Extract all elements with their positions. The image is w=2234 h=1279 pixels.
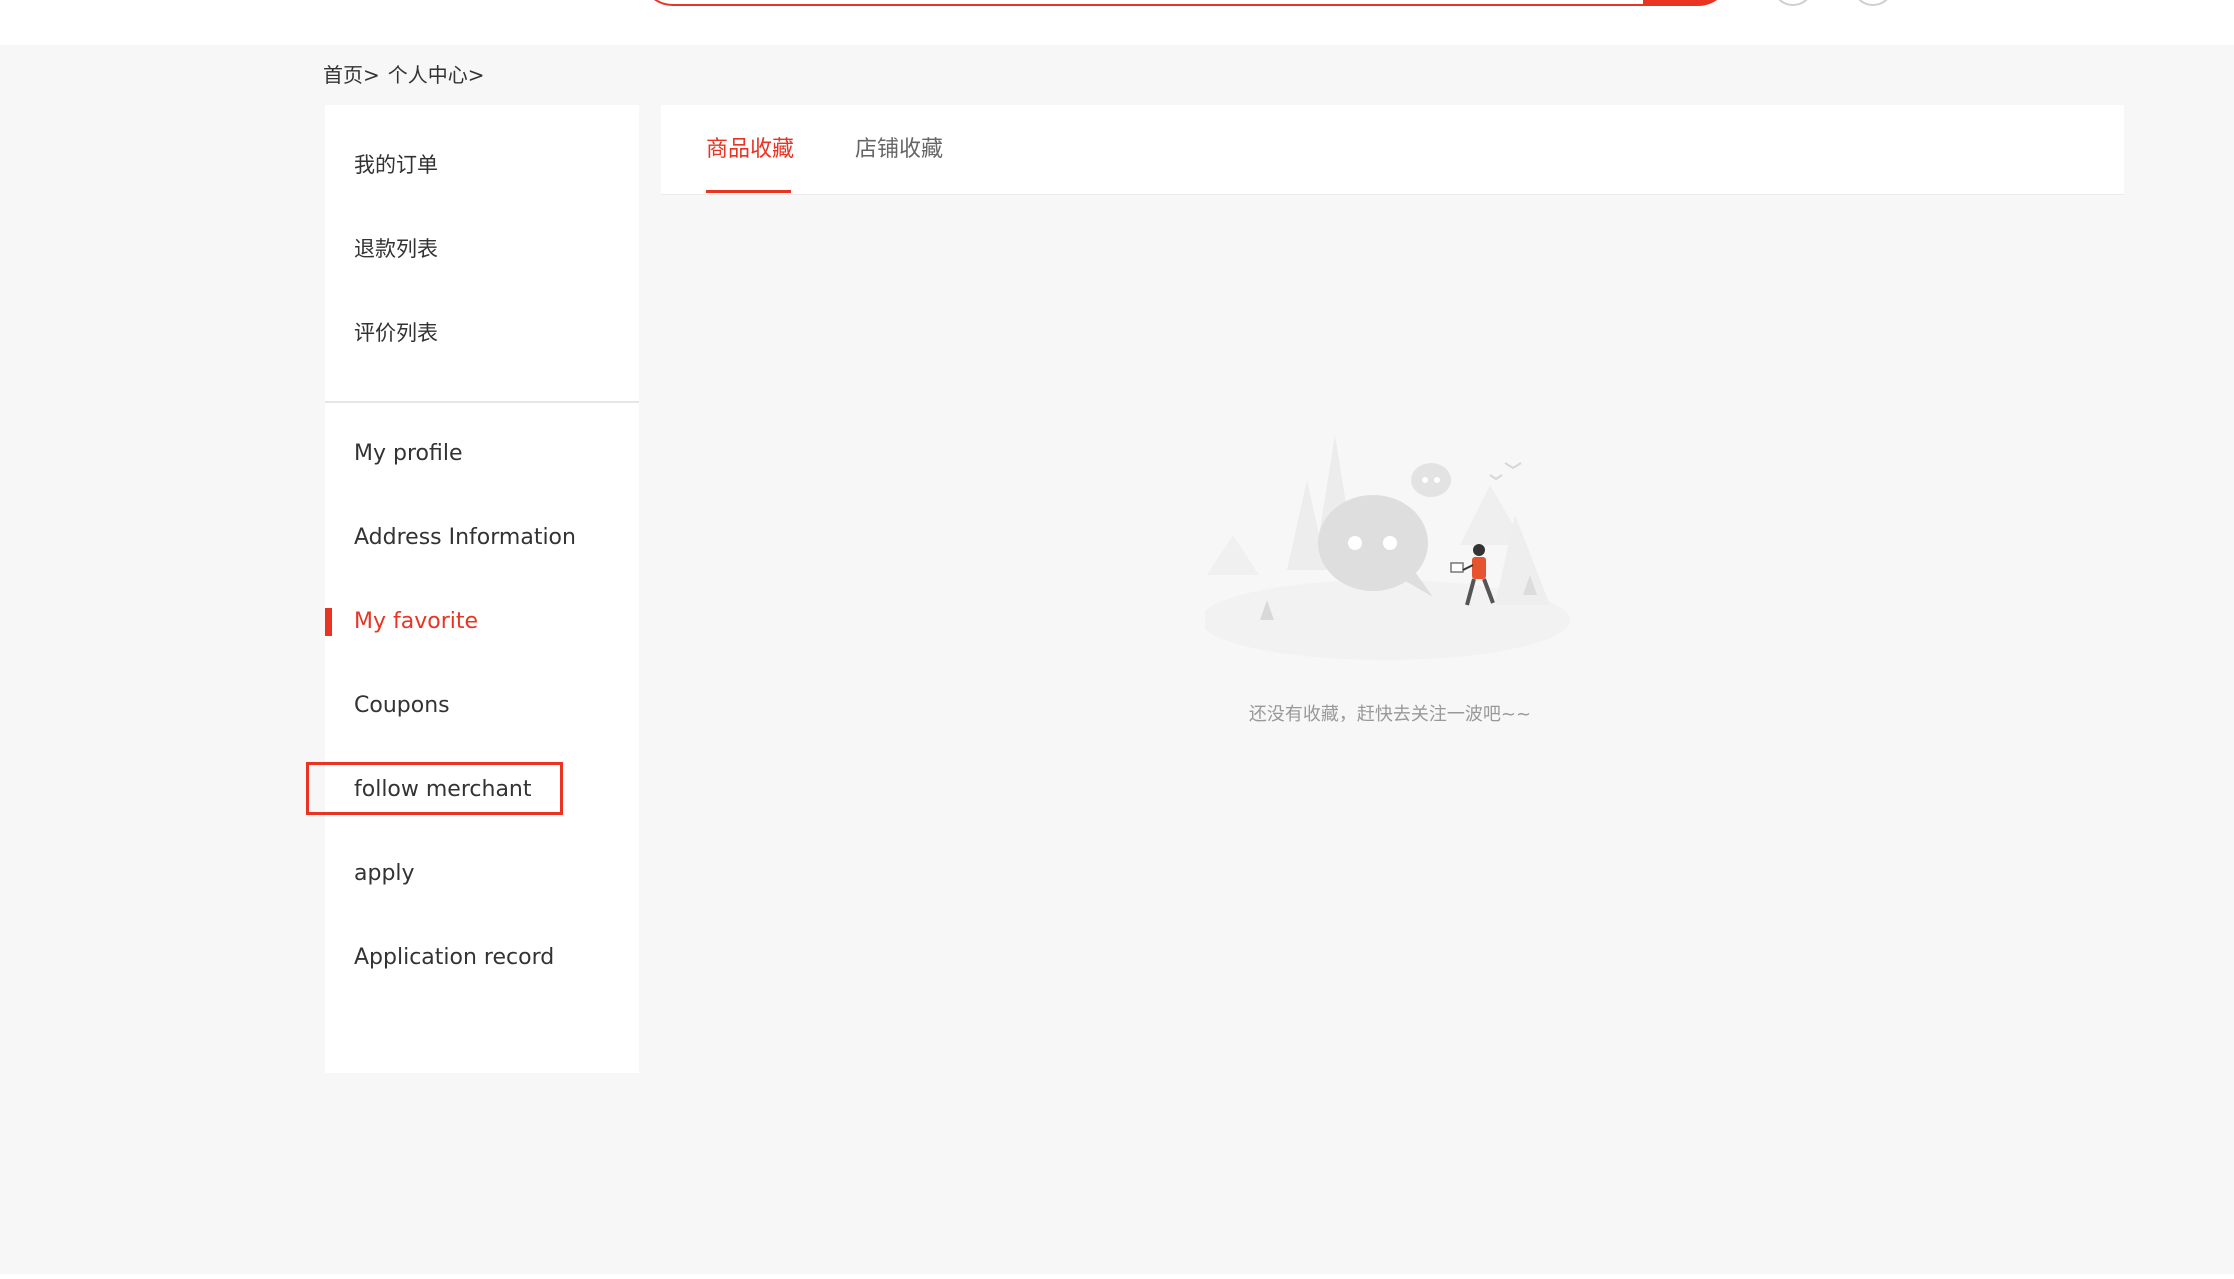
breadcrumb: 首页> 个人中心>: [323, 60, 493, 90]
search-input[interactable]: [640, 0, 1710, 6]
user-icon[interactable]: [1772, 0, 1814, 6]
favorites-tab-bar: 商品收藏 店铺收藏: [661, 105, 2124, 195]
search-button[interactable]: [1643, 0, 1731, 6]
sidebar-item-apply[interactable]: apply: [354, 854, 415, 894]
tab-product-favorites[interactable]: 商品收藏: [706, 133, 794, 167]
empty-state-illustration: [1205, 435, 1570, 660]
sidebar-item-my-orders[interactable]: 我的订单: [354, 145, 438, 185]
empty-state-message: 还没有收藏，赶快去关注一波吧~~: [1248, 704, 1532, 725]
sidebar-item-coupons[interactable]: Coupons: [354, 686, 450, 726]
top-header: [0, 0, 2234, 45]
sidebar-item-application-record[interactable]: Application record: [354, 938, 554, 978]
active-indicator: [325, 608, 332, 636]
cart-icon[interactable]: [1852, 0, 1894, 6]
sidebar-divider: [325, 401, 639, 403]
sidebar: 我的订单 退款列表 评价列表 My profile Address Inform…: [325, 105, 639, 1073]
active-tab-underline: [706, 190, 791, 193]
sidebar-item-address-information[interactable]: Address Information: [354, 518, 576, 558]
sidebar-item-my-favorite[interactable]: My favorite: [354, 602, 478, 642]
sidebar-item-my-profile[interactable]: My profile: [354, 434, 463, 474]
sidebar-item-follow-merchant[interactable]: follow merchant: [354, 770, 532, 810]
sidebar-item-review-list[interactable]: 评价列表: [354, 313, 438, 353]
footer-edge: [0, 1274, 2234, 1279]
small-chat-bubble-icon: [1411, 463, 1451, 497]
tab-store-favorites[interactable]: 店铺收藏: [855, 133, 943, 167]
sidebar-item-refund-list[interactable]: 退款列表: [354, 229, 438, 269]
breadcrumb-personal-center[interactable]: 个人中心>: [388, 63, 485, 87]
breadcrumb-home[interactable]: 首页>: [323, 63, 380, 87]
